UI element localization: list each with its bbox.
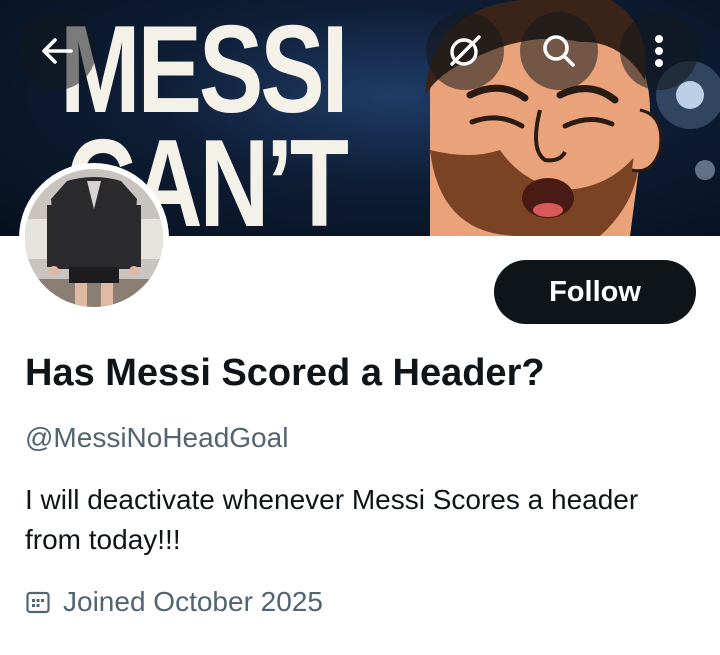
follow-button[interactable]: Follow [494,260,696,324]
profile-bio: I will deactivate whenever Messi Scores … [25,484,639,555]
calendar-icon [25,589,51,615]
banner-headline-line1: MESSI [60,1,349,139]
joined-date-text: Joined October 2025 [63,586,323,617]
more-options-button[interactable] [620,12,698,90]
profile-display-name: Has Messi Scored a Header? [25,352,545,394]
grok-button[interactable] [426,12,504,90]
avatar-photo [25,169,163,307]
back-button[interactable] [18,12,96,90]
grok-icon [450,35,481,66]
joined-date: Joined October 2025 [25,586,323,618]
more-vertical-icon [655,35,663,67]
search-button[interactable] [520,12,598,90]
back-arrow-icon [42,38,73,64]
search-icon [543,35,575,67]
profile-avatar[interactable] [19,163,169,313]
profile-handle: @MessiNoHeadGoal [25,422,289,453]
